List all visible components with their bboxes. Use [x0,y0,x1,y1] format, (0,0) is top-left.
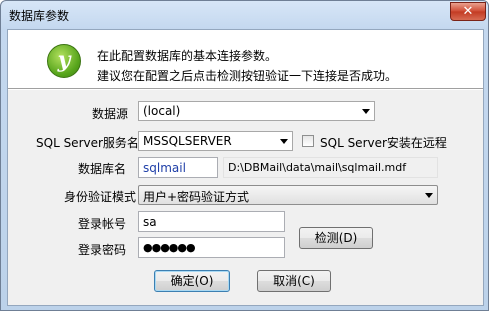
auth-mode-select[interactable]: 用户+密码验证方式 [138,185,438,205]
datasource-label: 数据源 [92,107,129,121]
dialog-body: y 在此配置数据库的基本连接参数。 建议您在配置之后点击检测按钮验证一下连接是否… [7,29,484,306]
chevron-down-icon [280,139,288,144]
dialog-window: 数据库参数 ✕ y 在此配置数据库的基本连接参数。 建议您在配置之后点击检测按钮… [0,0,489,311]
info-text-line2: 建议您在配置之后点击检测按钮验证一下连接是否成功。 [97,69,398,83]
auth-label: 身份验证模式 [64,190,137,204]
chevron-down-icon [362,109,370,114]
account-value: sa [143,215,157,229]
service-label: SQL Server服务名 [36,136,139,150]
auth-mode-value: 用户+密码验证方式 [143,190,250,204]
remote-checkbox[interactable] [302,135,314,147]
password-value: ●●●●●● [143,241,196,254]
header-separator [8,88,483,90]
dbname-label: 数据库名 [78,162,127,176]
test-connection-button[interactable]: 检测(D) [299,227,373,249]
app-logo-icon: y [47,44,81,78]
cancel-button[interactable]: 取消(C) [257,270,331,292]
password-input[interactable]: ●●●●●● [138,237,285,258]
remote-label[interactable]: SQL Server安装在远程 [320,134,447,151]
chevron-down-icon [425,193,433,198]
info-text-line1: 在此配置数据库的基本连接参数。 [97,49,278,63]
close-icon: ✕ [462,4,474,19]
info-header: y 在此配置数据库的基本连接参数。 建议您在配置之后点击检测按钮验证一下连接是否… [8,30,483,88]
dbname-input[interactable]: sqlmail [138,157,218,178]
dbname-value: sqlmail [143,161,186,175]
dbpath-field: D:\DBMail\data\mail\sqlmail.mdf [223,157,438,178]
account-input[interactable]: sa [138,211,285,232]
ok-button[interactable]: 确定(O) [154,270,230,292]
account-label: 登录帐号 [78,217,127,231]
dbpath-value: D:\DBMail\data\mail\sqlmail.mdf [228,161,407,174]
title-bar[interactable]: 数据库参数 ✕ [1,1,488,29]
service-value: MSSQLSERVER [143,134,232,148]
close-button[interactable]: ✕ [450,2,486,21]
service-combo[interactable]: MSSQLSERVER [138,131,293,151]
window-title: 数据库参数 [9,9,70,23]
datasource-value: (local) [143,104,181,118]
password-label: 登录密码 [78,243,127,257]
datasource-combo[interactable]: (local) [138,101,375,121]
